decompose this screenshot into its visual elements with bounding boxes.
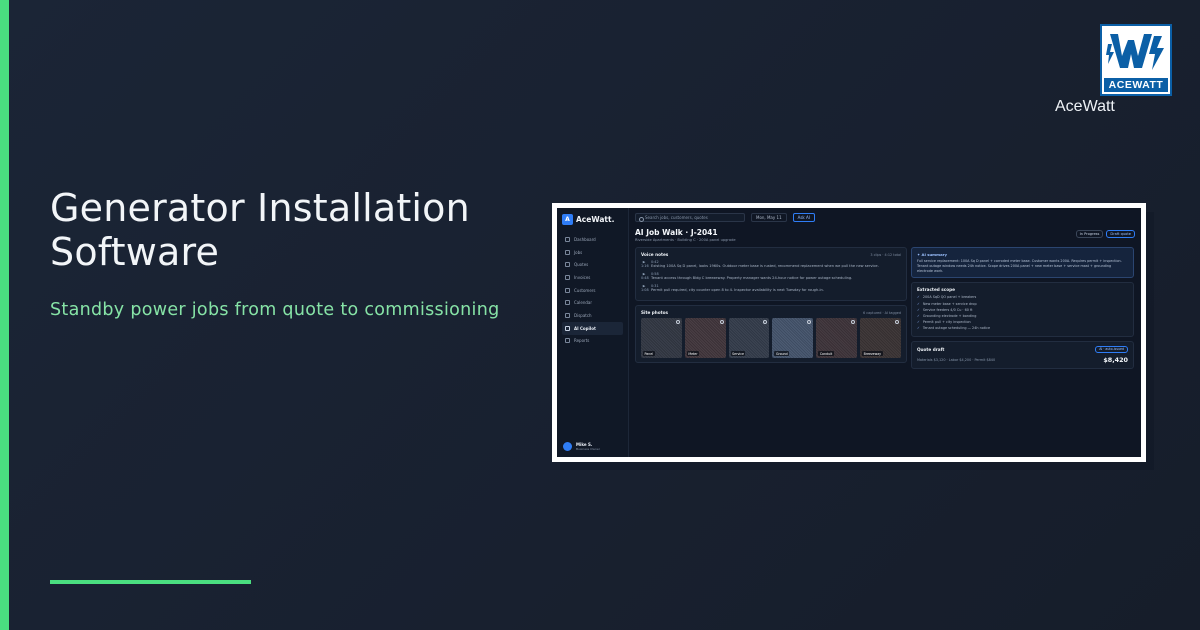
search-input[interactable]: Search jobs, customers, quotes: [635, 213, 745, 222]
sidebar-item-quotes[interactable]: Quotes: [562, 258, 623, 271]
user-profile[interactable]: Mike S. Business Owner: [563, 442, 600, 451]
quote-badge: AI · auto-issued: [1095, 345, 1128, 353]
draft-quote-button[interactable]: Draft quote: [1106, 230, 1135, 238]
logo-wordmark: ACEWATT: [1104, 78, 1168, 92]
sidebar-item-reports[interactable]: Reports: [562, 335, 623, 348]
photo-thumbnail[interactable]: Conduit: [816, 318, 858, 358]
site-photos-title: Site photos: [641, 310, 668, 315]
tag-icon: [675, 320, 680, 324]
sidebar-item-calendar[interactable]: Calendar: [562, 296, 623, 309]
app-screenshot-frame: A AceWatt. Dashboard Jobs Quotes Invoice…: [552, 203, 1146, 462]
tag-icon: [894, 320, 899, 324]
list-item: ✓ Tenant outage scheduling — 24h notice: [917, 326, 991, 331]
page-title: Generator Installation Software: [50, 186, 470, 274]
briefcase-icon: [565, 249, 570, 255]
ai-summary-title: AI summary: [921, 252, 947, 257]
photo-thumbnail[interactable]: Service: [728, 318, 770, 358]
ask-ai-button[interactable]: Ask AI: [792, 213, 815, 222]
app-brand-name: AceWatt.: [576, 215, 615, 224]
voice-notes-card: Voice notes 3 clips · 4:12 total ▶ 1:16 0…: [635, 247, 907, 301]
status-badge: In Progress: [1075, 230, 1104, 238]
users-icon: [565, 287, 570, 293]
voice-note[interactable]: ▶ 0:48 0:58 Tenant access through Bldg C b…: [641, 272, 901, 281]
document-icon: [565, 262, 570, 268]
sidebar-item-dispatch[interactable]: Dispatch: [562, 309, 623, 322]
photo-thumbnail[interactable]: Breezeway: [860, 318, 901, 358]
job-title: AI Job Walk · J-2041: [635, 228, 718, 237]
sidebar-item-invoices[interactable]: Invoices: [562, 271, 623, 284]
chart-icon: [565, 338, 570, 344]
truck-icon: [565, 312, 570, 318]
page-subtitle: Standby power jobs from quote to commiss…: [50, 300, 500, 320]
check-icon: ✓: [917, 326, 920, 331]
sidebar-item-jobs[interactable]: Jobs: [562, 246, 623, 259]
sidebar-item-customers[interactable]: Customers: [562, 284, 623, 297]
accent-bar: [0, 0, 9, 630]
photo-thumbnail[interactable]: Meter: [684, 318, 726, 358]
app-window: A AceWatt. Dashboard Jobs Quotes Invoice…: [557, 208, 1141, 457]
ai-summary-card: ✦ AI summary Full service replacement: 1…: [911, 247, 1134, 279]
tag-icon: [807, 320, 812, 324]
page-header: AI Job Walk · J-2041 Riverside Apartment…: [635, 228, 1135, 242]
ai-summary-text: Full service replacement: 100A Sq D pane…: [917, 259, 1122, 273]
lightning-w-icon: [1106, 34, 1164, 70]
sidebar: A AceWatt. Dashboard Jobs Quotes Invoice…: [557, 208, 629, 457]
brand-name: AceWatt: [1055, 98, 1115, 115]
calendar-icon: [565, 300, 570, 306]
brand-logo: ACEWATT: [1100, 24, 1172, 96]
invoice-icon: [565, 274, 570, 280]
voice-notes-title: Voice notes: [641, 252, 669, 257]
photo-thumbnail[interactable]: Ground: [772, 318, 814, 358]
quote-breakdown: Materials $3,120 · Labor $4,200 · Permit…: [917, 357, 996, 362]
tag-icon: [763, 320, 768, 324]
voice-note[interactable]: ▶ 1:16 0:42 Existing 100A Sq D panel, look…: [641, 260, 901, 269]
sparkle-icon: [565, 325, 570, 331]
site-photos-card: Site photos 6 captured · AI tagged Panel…: [635, 305, 907, 363]
dashboard-icon: [565, 236, 570, 242]
app-logo-icon: A: [562, 214, 573, 225]
quote-draft-card[interactable]: Quote draft AI · auto-issued Materials $…: [911, 340, 1134, 369]
main-content: Search jobs, customers, quotes Mon, May …: [629, 208, 1141, 457]
scope-card: Extracted scope ✓ 200A SqD QO panel + bre…: [911, 282, 1134, 337]
site-photos-meta: 6 captured · AI tagged: [863, 310, 901, 315]
sparkle-icon: ✦: [917, 252, 921, 257]
voice-note[interactable]: ▶ 1:08 0:31 Permit pull required, city cou…: [641, 284, 901, 293]
voice-notes-meta: 3 clips · 4:12 total: [870, 252, 901, 257]
quote-total: $8,420: [1103, 355, 1128, 364]
avatar: [563, 442, 572, 451]
date-picker[interactable]: Mon, May 11: [751, 213, 787, 222]
sidebar-item-ai-copilot[interactable]: AI Copilot: [562, 321, 623, 335]
quote-title: Quote draft: [917, 346, 945, 352]
job-subtitle: Riverside Apartments · Building C · 200A…: [635, 238, 736, 242]
scope-title: Extracted scope: [917, 287, 955, 293]
user-role: Business Owner: [576, 447, 600, 451]
topbar: Search jobs, customers, quotes Mon, May …: [635, 212, 1135, 223]
tag-icon: [719, 320, 724, 324]
bottom-rule: [50, 580, 251, 584]
tag-icon: [851, 320, 856, 324]
sidebar-brand[interactable]: A AceWatt.: [562, 214, 623, 225]
sidebar-item-dashboard[interactable]: Dashboard: [562, 233, 623, 246]
photo-thumbnail[interactable]: Panel: [641, 318, 682, 358]
